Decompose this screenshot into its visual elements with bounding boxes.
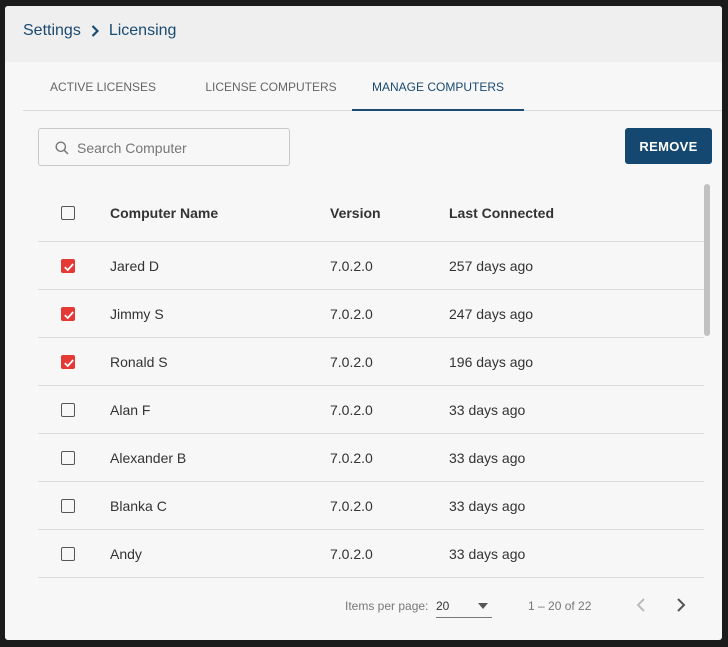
version-cell: 7.0.2.0 [330,257,373,274]
last-connected-cell: 33 days ago [449,401,526,418]
column-header-version[interactable]: Version [330,205,381,221]
computer-name-cell: Jimmy S [110,305,164,322]
table-row[interactable]: Alan F 7.0.2.0 33 days ago [38,386,704,434]
version-cell: 7.0.2.0 [330,545,373,562]
checkmark-icon [64,310,74,319]
search-icon [55,141,69,155]
version-cell: 7.0.2.0 [330,401,373,418]
table-header: Computer Name Version Last Connected [38,184,704,242]
version-cell: 7.0.2.0 [330,353,373,370]
last-connected-cell: 33 days ago [449,545,526,562]
next-page-button[interactable] [675,597,687,616]
table-row[interactable]: Blanka C 7.0.2.0 33 days ago [38,482,704,530]
row-checkbox[interactable] [61,546,75,561]
row-checkbox[interactable] [61,354,75,369]
computer-name-cell: Andy [110,545,142,562]
table-row[interactable]: Alexander B 7.0.2.0 33 days ago [38,434,704,482]
table-row[interactable]: Andy 7.0.2.0 33 days ago [38,530,704,578]
computer-name-cell: Alexander B [110,449,187,466]
breadcrumb-current: Licensing [108,22,177,39]
checkmark-icon [64,358,74,367]
chevron-left-icon [636,598,645,612]
page-size-value: 20 [436,599,450,613]
breadcrumb: Settings Licensing [23,22,176,40]
table-row[interactable]: Ronald S 7.0.2.0 196 days ago [38,338,704,386]
row-checkbox[interactable] [61,306,75,321]
tab-active-licenses[interactable]: ACTIVE LICENSES [38,64,168,110]
search-field [38,128,290,167]
table-scrollbar[interactable] [704,184,711,574]
version-cell: 7.0.2.0 [330,305,373,322]
chevron-right-icon [91,25,99,37]
computers-table: Computer Name Version Last Connected Jar… [38,184,704,578]
version-cell: 7.0.2.0 [330,497,373,514]
version-cell: 7.0.2.0 [330,449,373,466]
last-connected-cell: 247 days ago [449,305,534,322]
column-header-last-connected[interactable]: Last Connected [449,205,554,221]
computer-name-cell: Blanka C [110,497,167,514]
computer-name-cell: Alan F [110,401,151,418]
row-checkbox[interactable] [61,402,75,417]
last-connected-cell: 196 days ago [449,353,534,370]
breadcrumb-settings-link[interactable]: Settings [23,22,81,40]
checkmark-icon [64,262,74,271]
row-checkbox[interactable] [61,450,75,465]
previous-page-button[interactable] [635,597,647,616]
tab-bar: ACTIVE LICENSES LICENSE COMPUTERS MANAGE… [23,64,722,111]
table-row[interactable]: Jimmy S 7.0.2.0 247 days ago [38,290,704,338]
chevron-right-icon [677,598,686,612]
computer-name-cell: Jared D [110,257,160,274]
page-range-label: 1 – 20 of 22 [528,599,592,613]
last-connected-cell: 257 days ago [449,257,534,274]
last-connected-cell: 33 days ago [449,449,526,466]
computer-name-cell: Ronald S [110,353,168,370]
settings-panel: Settings Licensing ACTIVE LICENSES LICEN… [5,6,722,640]
column-header-name[interactable]: Computer Name [110,205,218,221]
caret-down-icon [478,603,488,609]
search-input[interactable] [75,129,279,167]
tab-license-computers[interactable]: LICENSE COMPUTERS [195,64,347,110]
remove-button[interactable]: REMOVE [625,128,712,164]
select-all-checkbox[interactable] [61,205,75,220]
items-per-page-label: Items per page: [345,599,429,613]
scrollbar-thumb[interactable] [704,184,710,336]
page-size-select[interactable]: 20 [436,595,492,618]
last-connected-cell: 33 days ago [449,497,526,514]
row-checkbox[interactable] [61,498,75,513]
row-checkbox[interactable] [61,258,75,273]
table-row[interactable]: Jared D 7.0.2.0 257 days ago [38,242,704,290]
tab-manage-computers[interactable]: MANAGE COMPUTERS [352,64,524,111]
page-header: Settings Licensing [5,6,722,62]
paginator: Items per page: 20 1 – 20 of 22 [5,591,722,623]
